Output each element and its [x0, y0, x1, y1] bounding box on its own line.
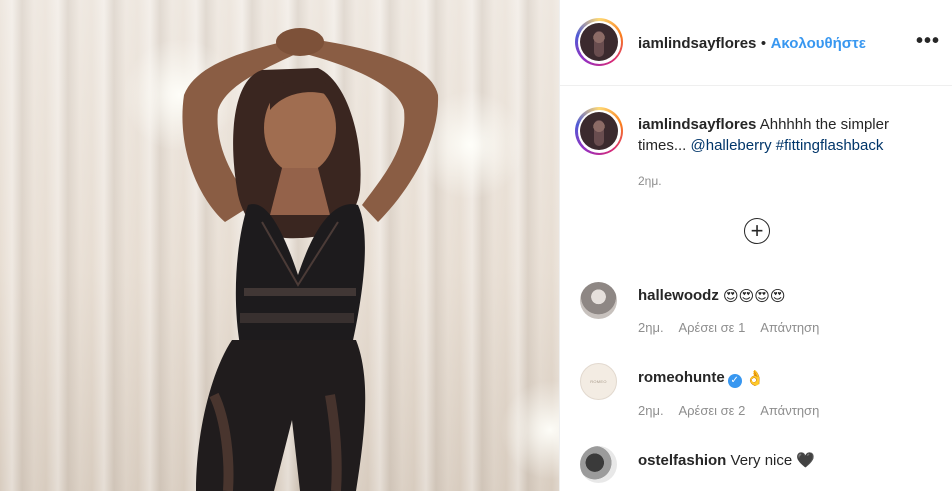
caption-mention[interactable]: @halleberry [691, 137, 772, 154]
post-header: iamlindsayflores • Ακολουθήστε ••• [560, 0, 952, 86]
post-caption: iamlindsayflores Ahhhhh the simpler time… [638, 114, 938, 156]
post-side-panel: iamlindsayflores • Ακολουθήστε ••• iamli… [559, 0, 952, 491]
person-figure [182, 28, 439, 491]
comment-likes[interactable]: Αρέσει σε 1 [678, 320, 745, 335]
caption-hashtag[interactable]: #fittingflashback [776, 137, 884, 154]
caption-username[interactable]: iamlindsayflores [638, 116, 756, 133]
comment-body: 😍😍😍😍 [723, 288, 786, 305]
comment-text: ostelfashion Very nice 🖤 [638, 451, 815, 469]
comment-body: 👌 [745, 370, 765, 387]
comment-likes[interactable]: Αρέσει σε 2 [678, 403, 745, 418]
comment-reply-button[interactable]: Απάντηση [760, 320, 819, 335]
separator-dot: • [760, 35, 767, 52]
comment-username[interactable]: ostelfashion [638, 452, 726, 469]
verified-badge-icon: ✓ [727, 374, 742, 388]
comment-avatar[interactable] [580, 446, 617, 483]
plus-circle-icon[interactable]: + [744, 218, 770, 244]
comment-timestamp[interactable]: 2ημ. [638, 320, 664, 335]
comment-reply-button[interactable]: Απάντηση [760, 403, 819, 418]
comment-meta: 2ημ. Αρέσει σε 1 Απάντηση [638, 320, 831, 335]
comment-avatar[interactable]: ROMEO [580, 363, 617, 400]
comment-timestamp[interactable]: 2ημ. [638, 403, 664, 418]
comment-text: hallewoodz 😍😍😍😍 [638, 287, 786, 304]
caption-timestamp[interactable]: 2ημ. [638, 174, 662, 188]
follow-button[interactable]: Ακολουθήστε [771, 35, 866, 52]
comment-username[interactable]: hallewoodz [638, 287, 719, 304]
author-avatar[interactable] [575, 18, 623, 66]
author-username[interactable]: iamlindsayflores [638, 35, 756, 52]
comment-avatar[interactable] [580, 282, 617, 319]
comment-text: romeohunte ✓ 👌 [638, 369, 765, 388]
comment-meta: 2ημ. Αρέσει σε 2 Απάντηση [638, 403, 831, 418]
comment-username[interactable]: romeohunte [638, 369, 725, 386]
post-photo[interactable] [0, 0, 559, 491]
caption-avatar[interactable] [575, 107, 623, 155]
more-options-icon[interactable]: ••• [916, 30, 940, 53]
comment-body: Very nice 🖤 [730, 452, 816, 469]
